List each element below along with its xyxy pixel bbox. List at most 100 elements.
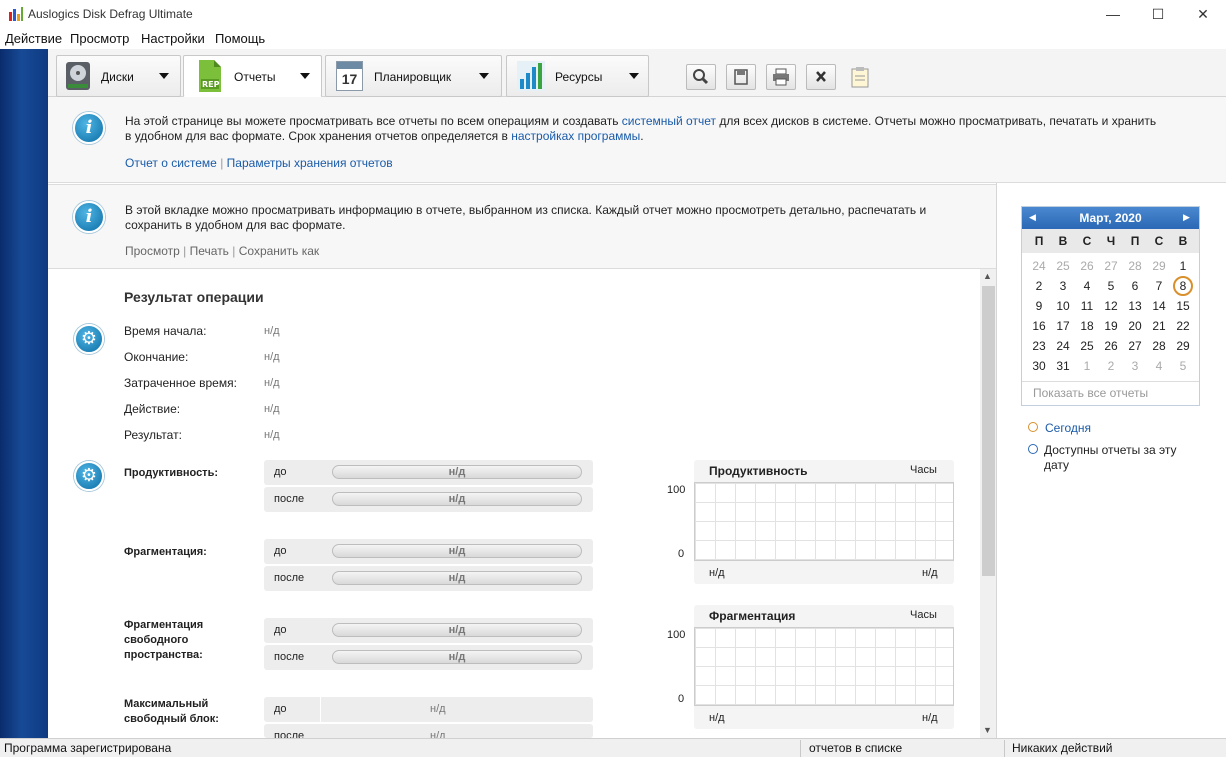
- system-report-action[interactable]: Отчет о системе: [125, 156, 217, 170]
- x-axis-start: н/д: [709, 712, 725, 724]
- chevron-down-icon[interactable]: [300, 73, 310, 79]
- scroll-down-icon[interactable]: ▼: [983, 725, 992, 735]
- calendar-day[interactable]: 24: [1051, 336, 1075, 356]
- calendar-day[interactable]: 5: [1099, 276, 1123, 296]
- calendar-day[interactable]: 22: [1171, 316, 1195, 336]
- calendar-day[interactable]: 27: [1123, 336, 1147, 356]
- view-link[interactable]: Просмотр: [125, 244, 180, 258]
- menu-settings[interactable]: Настройки: [141, 31, 205, 46]
- calendar-day[interactable]: 27: [1099, 256, 1123, 276]
- tab-reports[interactable]: REP Отчеты: [183, 55, 322, 97]
- search-icon: [693, 69, 709, 85]
- x-axis-end: н/д: [922, 712, 938, 724]
- calendar-day[interactable]: 20: [1123, 316, 1147, 336]
- weekday-label: Ч: [1106, 234, 1116, 248]
- close-button[interactable]: ✕: [1180, 0, 1226, 28]
- weekday-label: П: [1034, 234, 1044, 248]
- calendar-day[interactable]: 12: [1099, 296, 1123, 316]
- calendar-day[interactable]: 28: [1147, 336, 1171, 356]
- tab-resources-label: Ресурсы: [555, 70, 603, 84]
- calendar-day[interactable]: 29: [1171, 336, 1195, 356]
- calendar-day[interactable]: 30: [1027, 356, 1051, 376]
- delete-button[interactable]: [806, 64, 836, 90]
- fragmentation-label: Фрагментация:: [124, 546, 207, 558]
- calendar-day[interactable]: 8: [1173, 276, 1193, 296]
- calendar-day[interactable]: 29: [1147, 256, 1171, 276]
- print-link[interactable]: Печать: [190, 244, 229, 258]
- storage-settings-link[interactable]: Параметры хранения отчетов: [227, 156, 393, 170]
- system-report-link[interactable]: системный отчет: [622, 114, 716, 128]
- calendar-day[interactable]: 26: [1075, 256, 1099, 276]
- prev-month-icon[interactable]: ◀: [1029, 212, 1036, 223]
- calendar-day[interactable]: 31: [1051, 356, 1075, 376]
- calendar-day[interactable]: 26: [1099, 336, 1123, 356]
- calendar-day[interactable]: 7: [1147, 276, 1171, 296]
- show-all-reports-link[interactable]: Показать все отчеты: [1033, 386, 1148, 400]
- max-free-block-before-row: до н/д: [264, 697, 593, 722]
- calendar-day[interactable]: 15: [1171, 296, 1195, 316]
- tab-disks[interactable]: Диски: [56, 55, 181, 97]
- free-space-after-row: после н/д: [264, 645, 593, 670]
- calendar-day[interactable]: 23: [1027, 336, 1051, 356]
- calendar-day[interactable]: 11: [1075, 296, 1099, 316]
- calendar-day[interactable]: 17: [1051, 316, 1075, 336]
- result-label: Результат:: [124, 428, 182, 442]
- save-as-link[interactable]: Сохранить как: [239, 244, 319, 258]
- chart-icon: [517, 61, 545, 94]
- next-month-icon[interactable]: ▶: [1183, 212, 1190, 223]
- tab-resources[interactable]: Ресурсы: [506, 55, 649, 97]
- svg-text:REP: REP: [202, 80, 220, 89]
- action-value: н/д: [264, 403, 280, 415]
- calendar-day[interactable]: 25: [1051, 256, 1075, 276]
- menu-view[interactable]: Просмотр: [70, 31, 129, 46]
- calendar-day[interactable]: 28: [1123, 256, 1147, 276]
- program-settings-link[interactable]: настройках программы: [511, 129, 640, 143]
- today-link[interactable]: Сегодня: [1045, 421, 1091, 435]
- chart-title: Продуктивность: [709, 464, 808, 478]
- calendar-day[interactable]: 3: [1051, 276, 1075, 296]
- available-legend-icon: [1028, 444, 1038, 454]
- calendar-day[interactable]: 2: [1027, 276, 1051, 296]
- tab-scheduler[interactable]: 17 Планировщик: [325, 55, 502, 97]
- calendar-day[interactable]: 5: [1171, 356, 1195, 376]
- window-title: Auslogics Disk Defrag Ultimate: [28, 7, 193, 21]
- save-button[interactable]: [726, 64, 756, 90]
- calendar-day[interactable]: 19: [1099, 316, 1123, 336]
- calendar-day[interactable]: 18: [1075, 316, 1099, 336]
- x-axis-end: н/д: [922, 567, 938, 579]
- end-time-value: н/д: [264, 351, 280, 363]
- calendar-day[interactable]: 2: [1099, 356, 1123, 376]
- calendar-day[interactable]: 21: [1147, 316, 1171, 336]
- calendar-day[interactable]: 3: [1123, 356, 1147, 376]
- calendar-day[interactable]: 4: [1075, 276, 1099, 296]
- menu-help[interactable]: Помощь: [215, 31, 265, 46]
- fragmentation-chart: Фрагментация Часы н/д н/д: [694, 605, 954, 729]
- calendar-day[interactable]: 10: [1051, 296, 1075, 316]
- scroll-up-icon[interactable]: ▲: [983, 271, 992, 281]
- calendar-day[interactable]: 9: [1027, 296, 1051, 316]
- calendar-day[interactable]: 1: [1171, 256, 1195, 276]
- calendar-day[interactable]: 13: [1123, 296, 1147, 316]
- calendar-day[interactable]: 6: [1123, 276, 1147, 296]
- calendar-day[interactable]: 24: [1027, 256, 1051, 276]
- menu-action[interactable]: Действие: [5, 31, 62, 46]
- productivity-before-bar: н/д: [332, 465, 582, 479]
- scrollbar-thumb[interactable]: [982, 286, 995, 576]
- maximize-button[interactable]: ☐: [1135, 0, 1181, 28]
- clipboard-button[interactable]: [848, 66, 872, 91]
- calendar-day[interactable]: 14: [1147, 296, 1171, 316]
- chevron-down-icon[interactable]: [629, 73, 639, 79]
- minimize-button[interactable]: —: [1090, 0, 1136, 28]
- search-button[interactable]: [686, 64, 716, 90]
- calendar-day[interactable]: 1: [1075, 356, 1099, 376]
- chevron-down-icon[interactable]: [479, 73, 489, 79]
- max-free-block-after-value: н/д: [430, 730, 446, 738]
- print-button[interactable]: [766, 64, 796, 90]
- chevron-down-icon[interactable]: [159, 73, 169, 79]
- calendar-day[interactable]: 4: [1147, 356, 1171, 376]
- calendar-day[interactable]: 25: [1075, 336, 1099, 356]
- end-time-label: Окончание:: [124, 350, 189, 364]
- calendar-day[interactable]: 16: [1027, 316, 1051, 336]
- fragmentation-after-row: после н/д: [264, 566, 593, 591]
- chart-unit: Часы: [910, 609, 937, 621]
